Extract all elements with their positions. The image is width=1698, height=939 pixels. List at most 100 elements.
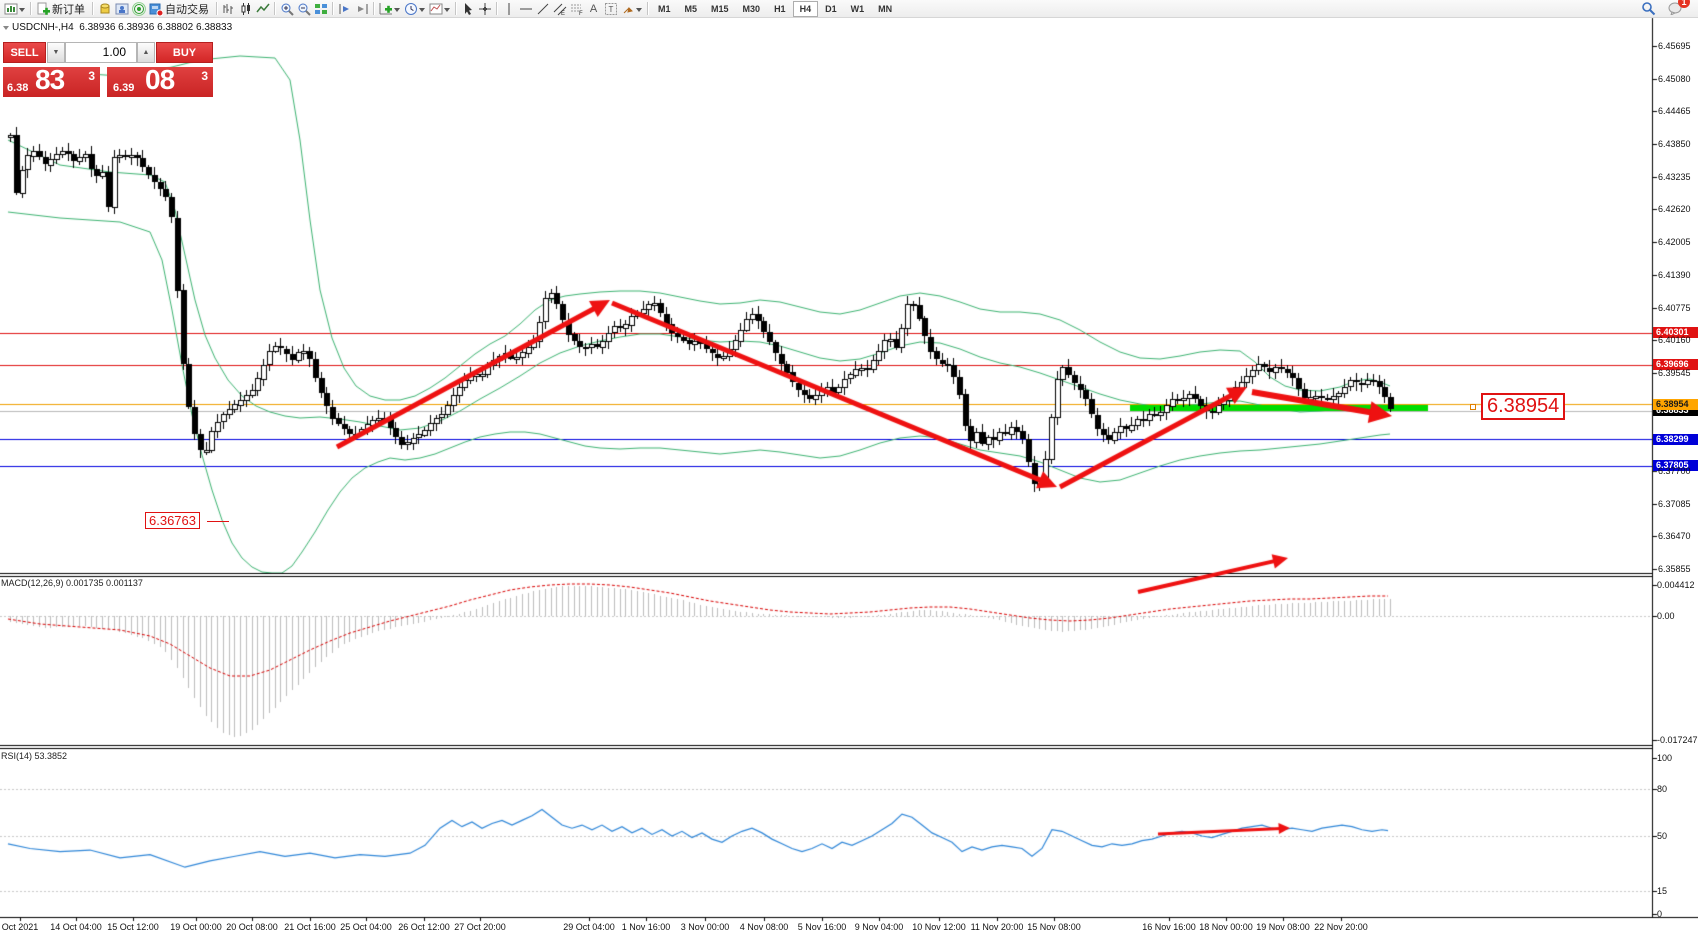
- chart-canvas[interactable]: [0, 0, 1698, 939]
- charts-window-icon[interactable]: [2, 1, 19, 17]
- time-axis-label: 14 Oct 04:00: [50, 922, 102, 932]
- time-axis-label: 11 Nov 20:00: [971, 922, 1024, 932]
- mt4-terminal-window: 新订单 自动交易: [0, 0, 1698, 939]
- sell-price-display[interactable]: 6.38 83 3: [3, 67, 100, 97]
- indicators-icon[interactable]: [377, 1, 394, 17]
- volume-input[interactable]: 1.00: [65, 42, 137, 63]
- text-icon[interactable]: A: [585, 1, 602, 17]
- indicator-axis-label: 100: [1657, 753, 1672, 763]
- price-tick-label: 6.41390: [1658, 270, 1691, 280]
- terminal-icon[interactable]: [113, 1, 130, 17]
- sell-price-big: 83: [35, 64, 64, 96]
- sell-button[interactable]: SELL: [3, 42, 46, 63]
- new-order-icon[interactable]: [34, 1, 51, 17]
- sell-price-sup: 3: [88, 69, 95, 83]
- zoom-in-icon[interactable]: [278, 1, 295, 17]
- time-axis-label: 26 Oct 12:00: [398, 922, 450, 932]
- price-tick-label: 6.44465: [1658, 106, 1691, 116]
- line-chart-icon[interactable]: [254, 1, 271, 17]
- history-center-icon[interactable]: [96, 1, 113, 17]
- buy-price-display[interactable]: 6.39 08 3: [107, 67, 213, 97]
- price-tick-label: 6.36470: [1658, 531, 1691, 541]
- time-axis-label: 16 Nov 16:00: [1142, 922, 1196, 932]
- buy-button[interactable]: BUY: [156, 42, 213, 63]
- time-axis-label: 29 Oct 04:00: [563, 922, 615, 932]
- swing-low-price-label[interactable]: 6.36763: [145, 512, 200, 529]
- trendline-icon[interactable]: [534, 1, 551, 17]
- volume-increase-button[interactable]: ▲: [137, 42, 155, 63]
- svg-text:E: E: [561, 11, 565, 16]
- autotrading-button[interactable]: 自动交易: [165, 1, 209, 17]
- shapes-dropdown-caret[interactable]: [636, 8, 642, 15]
- target-price-label[interactable]: 6.38954: [1481, 393, 1565, 420]
- time-axis-label: 27 Oct 20:00: [454, 922, 506, 932]
- notification-count-badge: 1: [1678, 0, 1690, 8]
- templates-icon[interactable]: [427, 1, 444, 17]
- indicator-axis-label: 15: [1657, 886, 1667, 896]
- timeframe-w1-button[interactable]: W1: [844, 1, 872, 17]
- horizontal-line-icon[interactable]: [517, 1, 534, 17]
- time-axis-label: 9 Nov 04:00: [855, 922, 904, 932]
- svg-text:T: T: [608, 5, 613, 14]
- bar-chart-icon[interactable]: [220, 1, 237, 17]
- separator: [30, 2, 31, 15]
- tile-windows-icon[interactable]: [312, 1, 329, 17]
- cursor-icon[interactable]: [459, 1, 476, 17]
- indicators-dropdown-caret[interactable]: [394, 8, 400, 15]
- volume-decrease-button[interactable]: ▼: [47, 42, 65, 63]
- new-order-button[interactable]: 新订单: [52, 1, 85, 17]
- separator: [647, 2, 648, 15]
- price-tick-label: 6.40775: [1658, 303, 1691, 313]
- timeframe-m15-button[interactable]: M15: [704, 1, 736, 17]
- chart-shift-icon[interactable]: [353, 1, 370, 17]
- timeframe-m30-button[interactable]: M30: [736, 1, 768, 17]
- swing-low-pointer-line: [207, 521, 229, 522]
- zoom-out-icon[interactable]: [295, 1, 312, 17]
- search-icon[interactable]: [1640, 1, 1657, 17]
- crosshair-icon[interactable]: [476, 1, 493, 17]
- time-axis-label: 15 Nov 08:00: [1027, 922, 1081, 932]
- equidistant-channel-icon[interactable]: E: [551, 1, 568, 17]
- charts-dropdown-caret[interactable]: [19, 8, 25, 15]
- arrows-shapes-icon[interactable]: [619, 1, 636, 17]
- indicator-axis-label: 0.00: [1657, 611, 1675, 621]
- timeframe-h1-button[interactable]: H1: [767, 1, 793, 17]
- time-axis-label: 4 Nov 08:00: [740, 922, 789, 932]
- price-tick-label: 6.43235: [1658, 172, 1691, 182]
- timeframe-m5-button[interactable]: M5: [678, 1, 705, 17]
- time-axis-label: Oct 2021: [2, 922, 39, 932]
- buy-price-big: 08: [145, 64, 174, 96]
- buy-price-sup: 3: [201, 69, 208, 83]
- indicator-axis-label: 0: [1657, 909, 1662, 919]
- indicator-axis-label: 50: [1657, 831, 1667, 841]
- timeframe-d1-button[interactable]: D1: [818, 1, 844, 17]
- fibonacci-icon[interactable]: F: [568, 1, 585, 17]
- symbol-period-label: USDCNH-,H4: [12, 22, 74, 33]
- timeframe-h4-button[interactable]: H4: [793, 1, 819, 17]
- target-price-anchor[interactable]: [1470, 404, 1476, 410]
- timeframe-mn-button[interactable]: MN: [871, 1, 899, 17]
- price-level-badge: 6.38299: [1653, 434, 1698, 445]
- rsi-indicator-label: RSI(14) 53.3852: [1, 751, 67, 761]
- indicator-axis-label: 80: [1657, 784, 1667, 794]
- candlestick-chart-icon[interactable]: [237, 1, 254, 17]
- price-tick-label: 6.40160: [1658, 335, 1691, 345]
- templates-dropdown-caret[interactable]: [444, 8, 450, 15]
- indicator-axis-label: 0.004412: [1657, 580, 1695, 590]
- notifications-icon[interactable]: 1: [1667, 1, 1684, 17]
- auto-scroll-icon[interactable]: [336, 1, 353, 17]
- separator: [373, 2, 374, 15]
- vertical-line-icon[interactable]: [500, 1, 517, 17]
- one-click-collapse-icon[interactable]: [3, 26, 9, 33]
- price-tick-label: 6.45080: [1658, 74, 1691, 84]
- periods-dropdown-caret[interactable]: [419, 8, 425, 15]
- timeframe-m1-button[interactable]: M1: [651, 1, 678, 17]
- periods-icon[interactable]: [402, 1, 419, 17]
- time-axis-label: 19 Nov 08:00: [1256, 922, 1310, 932]
- signals-icon[interactable]: [130, 1, 147, 17]
- autotrading-icon[interactable]: [147, 1, 164, 17]
- time-axis-label: 25 Oct 04:00: [340, 922, 392, 932]
- separator: [274, 2, 275, 15]
- text-label-icon[interactable]: T: [602, 1, 619, 17]
- sell-price-prefix: 6.38: [7, 82, 28, 94]
